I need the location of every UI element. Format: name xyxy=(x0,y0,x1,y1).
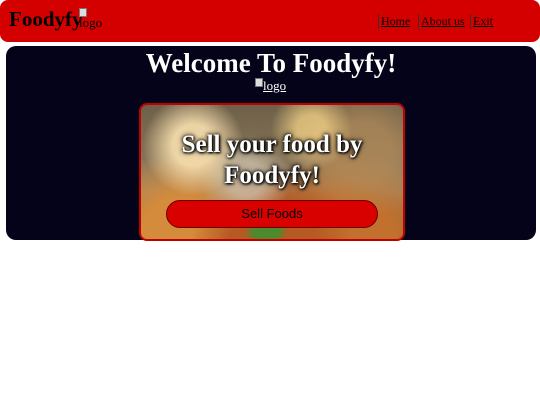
top-navbar: Foodyfy logo Home About us Exit xyxy=(0,0,540,42)
card-title: Sell your food by Foodyfy! xyxy=(181,131,363,189)
hero-logo-alt: logo xyxy=(263,78,287,93)
brand-logo-alt: logo xyxy=(79,15,103,30)
nav-link-exit[interactable]: Exit xyxy=(470,14,493,29)
hero-section: Welcome To Foodyfy! logo Sell your food … xyxy=(6,46,536,241)
hero-title: Welcome To Foodyfy! xyxy=(145,48,397,78)
sell-food-card: Sell your food by Foodyfy! Sell Foods xyxy=(139,103,405,241)
sell-foods-button[interactable]: Sell Foods xyxy=(166,200,378,228)
brand-name: Foodyfy xyxy=(9,7,83,31)
nav-link-about-us[interactable]: About us xyxy=(418,14,465,29)
nav-link-home[interactable]: Home xyxy=(378,14,410,29)
